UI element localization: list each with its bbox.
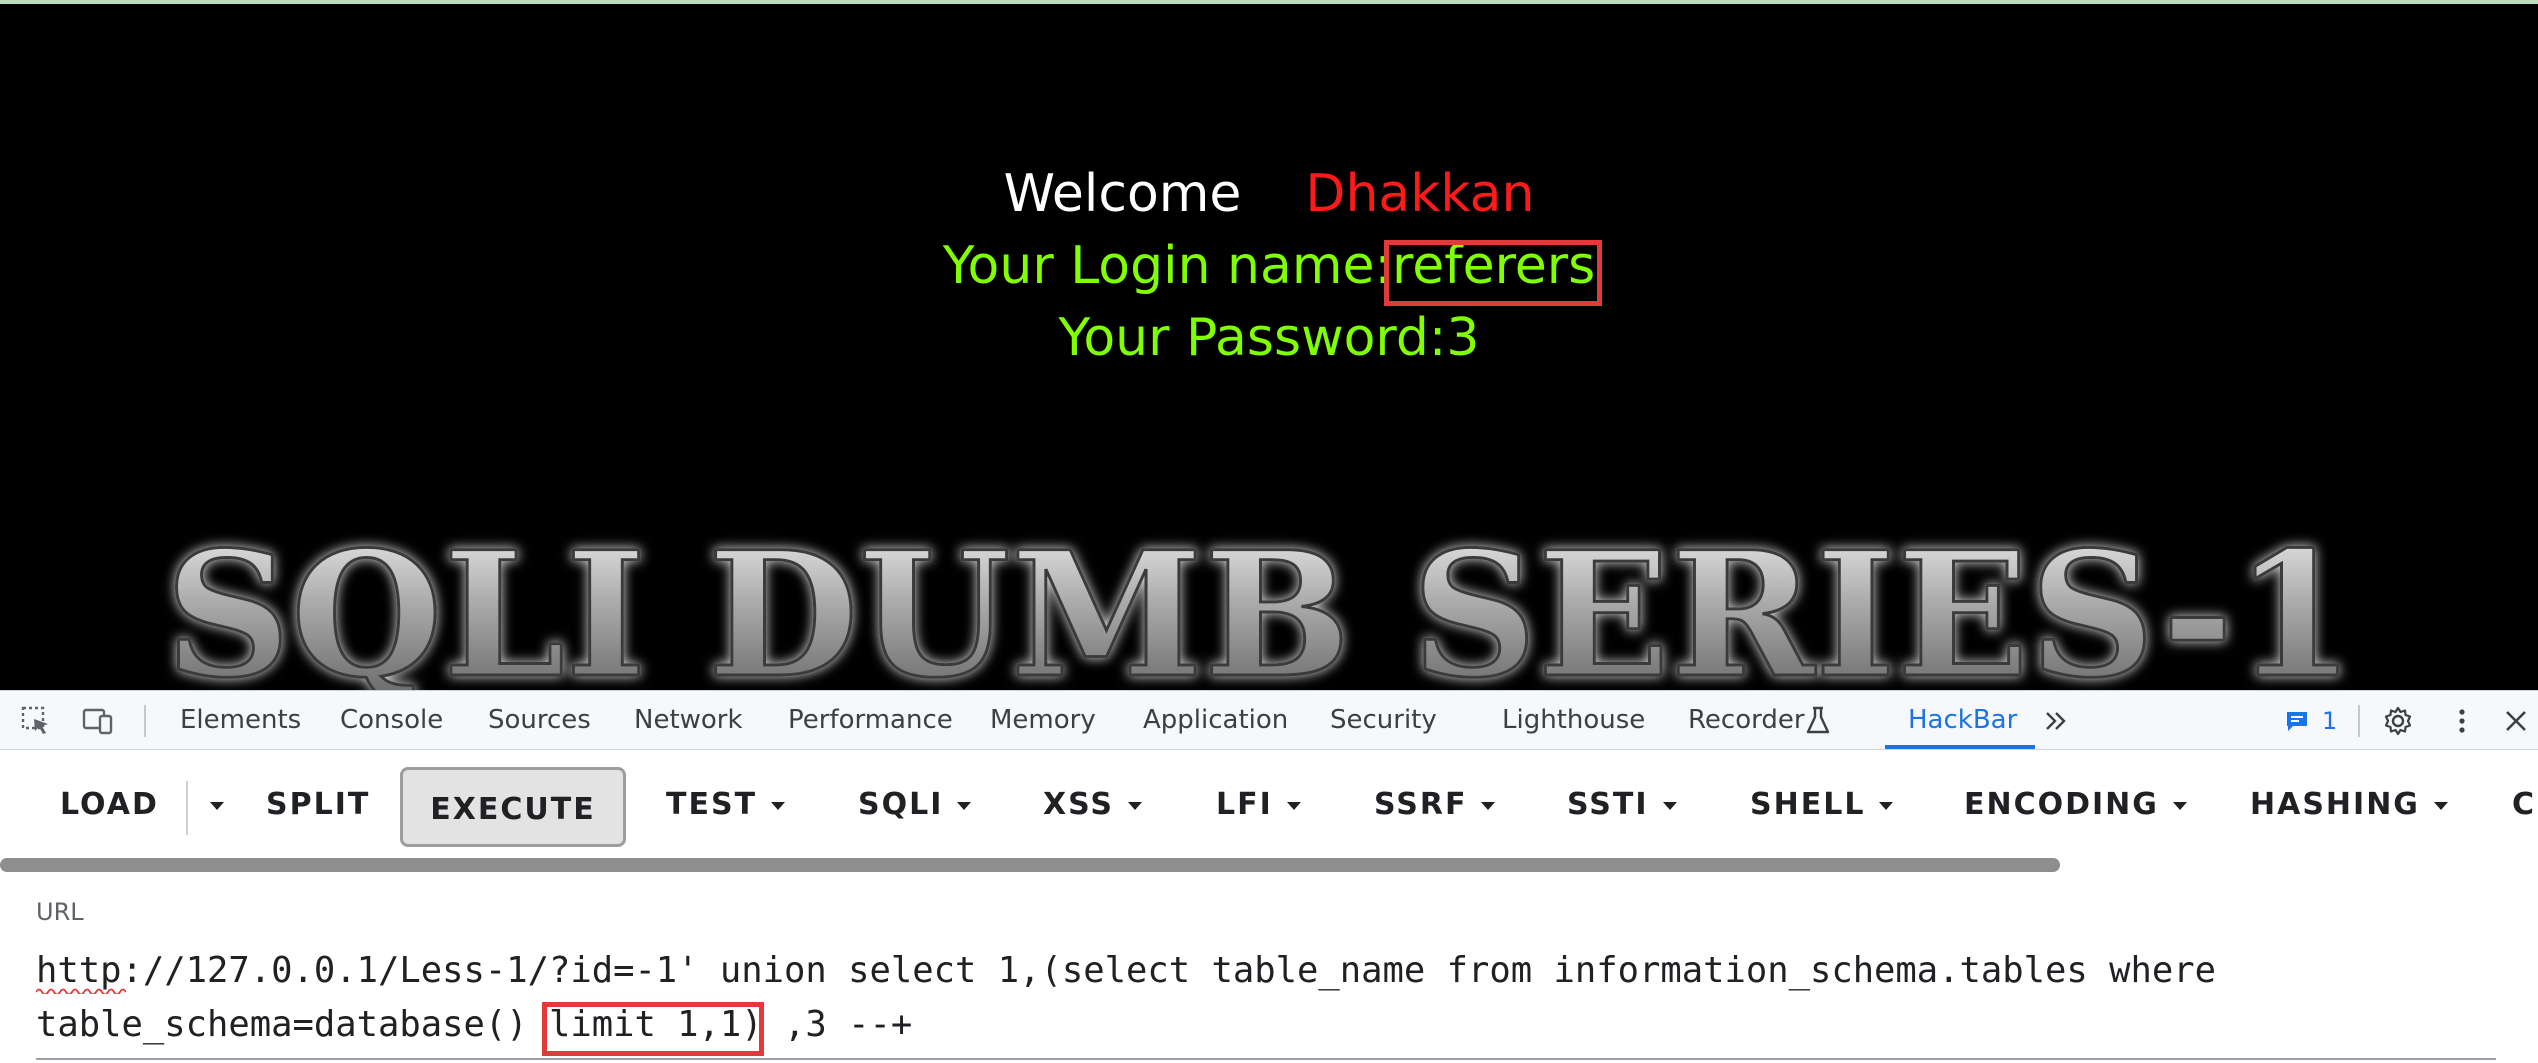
url-label: URL	[36, 898, 84, 926]
toolbar-divider	[2358, 705, 2360, 737]
load-dropdown-toggle[interactable]	[196, 767, 224, 843]
xss-menu-button[interactable]: XSS	[1043, 767, 1142, 843]
lfi-menu-button[interactable]: LFI	[1216, 767, 1301, 843]
close-icon[interactable]	[2500, 705, 2532, 737]
tab-network[interactable]: Network	[634, 691, 743, 749]
execute-button[interactable]: EXECUTE	[400, 767, 626, 847]
devtools-tab-bar: Elements Console Sources Network Perform…	[0, 690, 2538, 750]
toolbar-divider	[144, 705, 146, 737]
url-line-2: table_schema=database() limit 1,1) ,3 --…	[36, 1004, 913, 1045]
encoding-menu-label: ENCODING	[1964, 787, 2159, 822]
page-top-border	[0, 0, 2538, 4]
hackbar-toolbar: LOAD SPLIT EXECUTE TEST SQLI XSS LFI SSR…	[0, 751, 2538, 851]
sqli-dumb-series-banner: SQLI DUMB SERIES-1	[164, 515, 2357, 690]
caret-down-icon	[1128, 801, 1142, 810]
more-tabs-chevron-icon[interactable]	[2040, 705, 2072, 737]
tab-performance[interactable]: Performance	[788, 691, 953, 749]
sqli-menu-label: SQLI	[858, 787, 944, 822]
test-menu-button[interactable]: TEST	[666, 767, 786, 843]
device-toggle-icon[interactable]	[82, 705, 114, 737]
tab-hackbar[interactable]: HackBar	[1908, 691, 2017, 749]
ssrf-menu-label: SSRF	[1374, 787, 1468, 822]
login-highlight-box	[1384, 240, 1602, 306]
kebab-menu-icon[interactable]	[2446, 705, 2478, 737]
hashing-menu-label: HASHING	[2250, 787, 2420, 822]
shell-menu-label: SHELL	[1750, 787, 1866, 822]
login-name-line: Your Login name:referers	[942, 236, 1596, 296]
ssti-menu-label: SSTI	[1567, 787, 1649, 822]
url-field-underline	[36, 1058, 2496, 1060]
tab-recorder[interactable]: Recorder	[1688, 691, 1805, 749]
url-line-1: http://127.0.0.1/Less-1/?id=-1' union se…	[36, 950, 2217, 991]
caret-down-icon	[2433, 801, 2448, 810]
active-tab-indicator	[1885, 745, 2035, 749]
banner-text: SQLI DUMB SERIES-1	[165, 515, 2355, 690]
ssrf-menu-button[interactable]: SSRF	[1374, 767, 1496, 843]
encoding-menu-button[interactable]: ENCODING	[1964, 767, 2187, 843]
shell-menu-button[interactable]: SHELL	[1750, 767, 1894, 843]
caret-down-icon	[1662, 801, 1677, 810]
load-button[interactable]: LOAD	[60, 767, 159, 843]
test-menu-label: TEST	[666, 787, 758, 822]
ssti-menu-button[interactable]: SSTI	[1567, 767, 1677, 843]
hashing-menu-button[interactable]: HASHING	[2250, 767, 2448, 843]
tab-security[interactable]: Security	[1330, 691, 1437, 749]
tab-lighthouse[interactable]: Lighthouse	[1502, 691, 1645, 749]
password-line: Your Password:3	[1058, 308, 1480, 368]
gear-icon[interactable]	[2382, 705, 2414, 737]
flask-icon	[1806, 706, 1830, 734]
caret-down-icon	[1879, 801, 1894, 810]
page-viewport: Welcome Dhakkan Your Login name:referers …	[0, 0, 2538, 690]
url-textarea[interactable]: http://127.0.0.1/Less-1/?id=-1' union se…	[36, 944, 2496, 1052]
load-button-divider	[186, 781, 188, 835]
lfi-menu-label: LFI	[1216, 787, 1273, 822]
caret-down-icon	[1481, 801, 1496, 810]
sqli-menu-button[interactable]: SQLI	[858, 767, 972, 843]
tab-application[interactable]: Application	[1143, 691, 1288, 749]
limit-highlight-box	[542, 1002, 764, 1056]
overflow-menu-button[interactable]: C	[2512, 767, 2536, 843]
tab-elements[interactable]: Elements	[180, 691, 301, 749]
horizontal-scrollbar[interactable]	[0, 858, 2060, 872]
welcome-name: Dhakkan	[1305, 164, 1535, 224]
caret-down-icon	[2172, 801, 2187, 810]
caret-down-icon	[771, 801, 786, 810]
issues-icon[interactable]	[2284, 705, 2310, 737]
welcome-text: Welcome	[1003, 164, 1242, 224]
caret-down-icon	[957, 801, 972, 810]
tab-sources[interactable]: Sources	[488, 691, 591, 749]
tab-memory[interactable]: Memory	[990, 691, 1096, 749]
caret-down-icon	[1286, 801, 1301, 810]
welcome-line: Welcome Dhakkan	[0, 168, 2538, 220]
xss-menu-label: XSS	[1043, 787, 1114, 822]
issues-count[interactable]: 1	[2322, 707, 2337, 735]
split-button[interactable]: SPLIT	[266, 767, 370, 843]
caret-down-icon	[210, 801, 224, 810]
inspect-element-icon[interactable]	[20, 705, 52, 737]
tab-console[interactable]: Console	[340, 691, 443, 749]
spellcheck-underline	[36, 988, 126, 994]
